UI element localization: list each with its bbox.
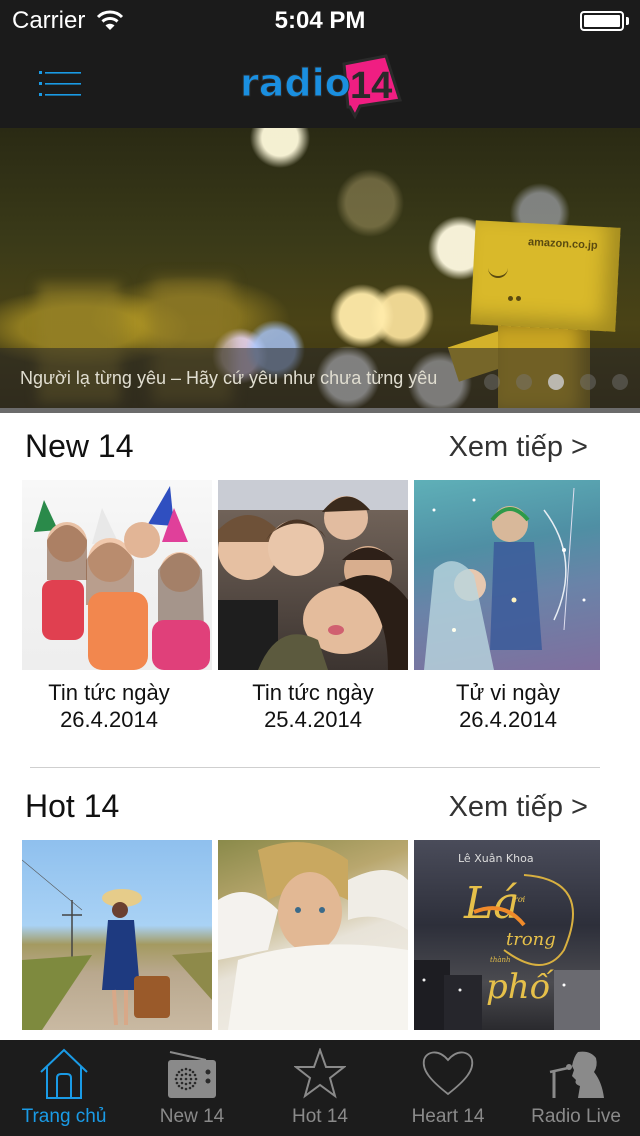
album-title-word: thành (490, 956, 511, 964)
album-cover: Lê Xuân Khoa Lá rơi trong thành phố (414, 852, 600, 1030)
tab-new14[interactable]: New 14 (128, 1040, 256, 1136)
album-title-word: trong (506, 929, 556, 950)
menu-button[interactable] (30, 62, 86, 106)
see-more-hot14-link[interactable]: Xem tiếp > (449, 791, 588, 824)
tab-label: New 14 (159, 1106, 225, 1127)
banner-divider (0, 408, 640, 413)
man-in-grass-photo (218, 842, 408, 1030)
album-title-word: rơi (514, 895, 526, 904)
tab-radio-live[interactable]: Radio Live (512, 1040, 640, 1136)
section-title-new14: New 14 (25, 428, 134, 464)
caption-date: 26.4.2014 (60, 707, 158, 732)
see-more-new14-link[interactable]: Xem tiếp > (449, 431, 588, 464)
home-icon (40, 1048, 88, 1099)
woman-with-suitcase-photo (22, 859, 212, 1030)
caption-new14-3: Tử vi ngày 26.4.2014 (410, 679, 606, 733)
caption-date: 26.4.2014 (459, 707, 557, 732)
section-divider (30, 767, 600, 768)
fantasy-couple-art (424, 487, 586, 670)
pager-dot[interactable] (580, 374, 596, 390)
tab-label: Heart 14 (411, 1106, 485, 1127)
caption-title: Tử vi ngày (456, 680, 560, 705)
banner-caption[interactable]: Người lạ từng yêu – Hãy cứ yêu như chưa … (20, 368, 437, 389)
pager-dot[interactable] (516, 374, 532, 390)
thumb-hot14-1[interactable] (22, 840, 212, 1030)
banner-box-eye (508, 296, 513, 301)
featured-banner[interactable]: amazon.co.jp Người lạ từng yêu – Hãy cứ … (0, 128, 640, 408)
status-bar: Carrier 5:04 PM (0, 0, 640, 40)
album-title-word: phố (486, 967, 555, 1007)
radio-icon (168, 1051, 216, 1098)
heart-icon (422, 1051, 474, 1096)
party-girls-photo (34, 486, 210, 670)
singer-microphone-icon (549, 1051, 604, 1098)
pager-dot[interactable] (612, 374, 628, 390)
caption-new14-2: Tin tức ngày 25.4.2014 (215, 679, 411, 733)
caption-new14-1: Tin tức ngày 26.4.2014 (11, 679, 207, 733)
battery-tip (626, 17, 629, 25)
tab-heart14[interactable]: Heart 14 (384, 1040, 512, 1136)
list-menu-icon (39, 71, 81, 96)
band-selfie-photo (218, 480, 408, 670)
tab-home[interactable]: Trang chủ (0, 1040, 128, 1136)
thumb-new14-1[interactable] (22, 480, 212, 670)
tab-label: Trang chủ (21, 1106, 107, 1127)
banner-page-indicator[interactable] (484, 374, 628, 390)
logo-text: radio (240, 61, 351, 105)
thumb-hot14-2[interactable] (218, 840, 408, 1030)
tab-label: Radio Live (531, 1106, 621, 1127)
pager-dot[interactable] (484, 374, 500, 390)
tab-hot14[interactable]: Hot 14 (256, 1040, 384, 1136)
battery-full-icon (580, 11, 624, 31)
section-title-hot14: Hot 14 (25, 788, 120, 824)
thumb-hot14-3[interactable]: Lê Xuân Khoa Lá rơi trong thành phố (414, 840, 600, 1030)
tab-bar: Trang chủ New 14 Hot 14 Heart 14 Radio L… (0, 1040, 640, 1136)
pager-dot[interactable] (548, 374, 564, 390)
thumb-new14-3[interactable] (414, 480, 600, 670)
tab-label: Hot 14 (292, 1106, 348, 1127)
star-icon (294, 1048, 346, 1099)
caption-title: Tin tức ngày (48, 680, 170, 705)
banner-box-eye (516, 296, 521, 301)
thumb-new14-2[interactable] (218, 480, 408, 670)
album-artist: Lê Xuân Khoa (458, 852, 534, 865)
logo-badge-text: 14 (350, 65, 392, 107)
clock: 5:04 PM (274, 7, 366, 34)
album-title-word: Lá (463, 878, 519, 929)
caption-date: 25.4.2014 (264, 707, 362, 732)
navigation-bar: radio 14 (0, 40, 640, 128)
caption-title: Tin tức ngày (252, 680, 374, 705)
radio14-logo: radio 14 (238, 50, 408, 120)
